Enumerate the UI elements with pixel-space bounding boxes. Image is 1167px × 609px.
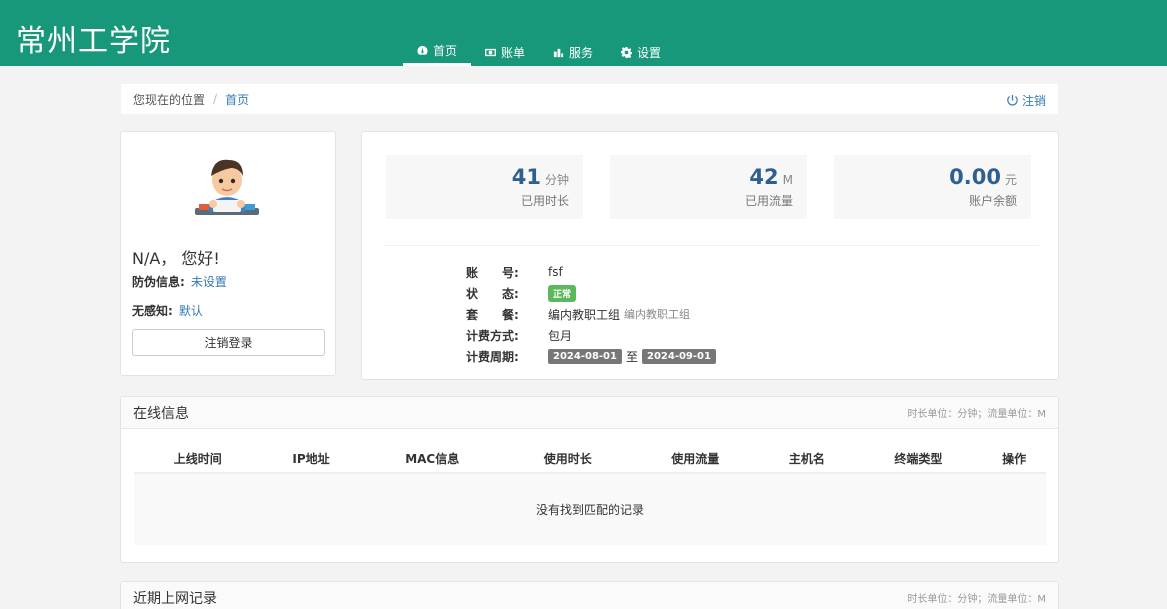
panel-units: 时长单位：分钟；流量单位：M [907, 594, 1046, 605]
detail-label: 状 态: [466, 286, 519, 301]
top-bar: 常州工学院 首页 账单 服务 设置 [0, 0, 1167, 66]
detail-account: 账 号: fsf [466, 264, 563, 280]
dashboard-icon [417, 45, 428, 55]
detail-label: 套 餐: [466, 307, 519, 322]
recent-panel: 近期上网记录 时长单位：分钟；流量单位：M [120, 581, 1059, 609]
logout-link[interactable]: 注销 [1007, 92, 1046, 109]
anti-fake-label: 防伪信息: [132, 275, 185, 289]
detail-label: 计费方式: [466, 328, 519, 343]
stat-value: 0.00 [949, 165, 1001, 189]
no-sense-label: 无感知: [132, 304, 173, 318]
column-header[interactable]: 终端类型 [854, 445, 983, 474]
period-end-badge: 2024-09-01 [641, 348, 716, 364]
service-icon [553, 48, 564, 57]
breadcrumb-separator: / [213, 92, 218, 106]
profile-panel: N/A， 您好! 防伪信息: 未设置 无感知: 默认 注销登录 [120, 131, 336, 376]
detail-value: 编内教职工组 [548, 307, 621, 322]
column-header[interactable]: 上线时间 [134, 445, 262, 474]
nav-item-home[interactable]: 首页 [403, 38, 472, 66]
nav-item-bill[interactable]: 账单 [471, 38, 539, 66]
detail-period: 计费周期: 2024-08-01 至 2024-09-01 [466, 348, 716, 364]
stat-label: 已用流量 [744, 194, 793, 208]
logout-link-label: 注销 [1021, 94, 1046, 108]
greeting-text: N/A， 您好! [132, 249, 220, 268]
nav-item-label: 服务 [569, 45, 594, 60]
no-sense-link[interactable]: 默认 [179, 304, 203, 318]
avatar [195, 159, 259, 215]
online-panel-header: 在线信息 时长单位：分钟；流量单位：M [121, 397, 1058, 429]
detail-label: 账 号: [466, 265, 519, 280]
detail-value: 包月 [548, 328, 573, 343]
detail-subvalue: 编内教职工组 [624, 308, 691, 321]
table-header-row: 上线时间 IP地址 MAC信息 使用时长 使用流量 主机名 终端类型 操作 [134, 445, 1046, 474]
account-panel: 41 分钟 已用时长 42 M 已用流量 0.00 元 账户余额 账 号: fsf 状… [361, 131, 1059, 380]
table-row: 没有找到匹配的记录 [134, 473, 1046, 545]
stat-unit: M [782, 173, 793, 187]
panel-units: 时长单位：分钟；流量单位：M [907, 409, 1046, 420]
breadcrumb-home-link[interactable]: 首页 [225, 91, 249, 108]
panel-title: 近期上网记录 [133, 590, 217, 607]
stat-label: 已用时长 [520, 194, 569, 208]
detail-billing: 计费方式: 包月 [466, 327, 572, 343]
column-header[interactable]: 主机名 [759, 445, 855, 474]
nav-item-label: 设置 [637, 45, 662, 60]
panel-title: 在线信息 [133, 405, 189, 422]
breadcrumb-here: 您现在的位置 [133, 92, 206, 107]
online-panel: 在线信息 时长单位：分钟；流量单位：M 上线时间 IP地址 MAC信息 使用时长… [120, 396, 1059, 563]
detail-status: 状 态: 正常 [466, 284, 577, 302]
stat-unit: 分钟 [544, 173, 569, 187]
stat-used-time: 41 分钟 已用时长 [386, 155, 583, 219]
online-table: 上线时间 IP地址 MAC信息 使用时长 使用流量 主机名 终端类型 操作 没有… [134, 445, 1046, 545]
nav-item-label: 首页 [433, 44, 458, 58]
nav-item-service[interactable]: 服务 [539, 38, 607, 66]
gear-icon [621, 46, 633, 58]
stat-unit: 元 [1004, 173, 1017, 187]
stat-value: 42 [749, 165, 779, 189]
logout-button[interactable]: 注销登录 [132, 329, 325, 356]
detail-label: 计费周期: [466, 349, 519, 364]
breadcrumb: 您现在的位置 / 首页 注销 [121, 84, 1058, 114]
detail-value: fsf [548, 265, 563, 279]
column-header[interactable]: IP地址 [261, 445, 361, 474]
column-header[interactable]: 操作 [982, 445, 1046, 474]
nav-item-label: 账单 [501, 45, 526, 60]
stat-value: 41 [511, 165, 541, 189]
bill-icon [485, 48, 497, 56]
stat-used-traffic: 42 M 已用流量 [610, 155, 807, 219]
column-header[interactable]: MAC信息 [360, 445, 504, 474]
anti-fake-row: 防伪信息: 未设置 [132, 273, 227, 290]
power-icon [1007, 95, 1018, 106]
status-badge: 正常 [548, 284, 577, 302]
anti-fake-link[interactable]: 未设置 [191, 275, 227, 289]
period-to: 至 [625, 349, 638, 364]
period-start-badge: 2024-08-01 [548, 348, 622, 364]
divider [384, 245, 1039, 246]
recent-panel-header: 近期上网记录 时长单位：分钟；流量单位：M [121, 582, 1058, 609]
column-header[interactable]: 使用时长 [504, 445, 632, 474]
brand-title: 常州工学院 [16, 24, 171, 59]
nav-item-settings[interactable]: 设置 [607, 38, 675, 66]
empty-message: 没有找到匹配的记录 [134, 473, 1046, 545]
detail-package: 套 餐: 编内教职工组 编内教职工组 [466, 306, 690, 322]
stat-balance: 0.00 元 账户余额 [834, 155, 1031, 219]
column-header[interactable]: 使用流量 [631, 445, 760, 474]
no-sense-row: 无感知: 默认 [132, 302, 203, 319]
main-nav: 首页 账单 服务 设置 [403, 38, 675, 66]
stat-label: 账户余额 [968, 194, 1017, 208]
